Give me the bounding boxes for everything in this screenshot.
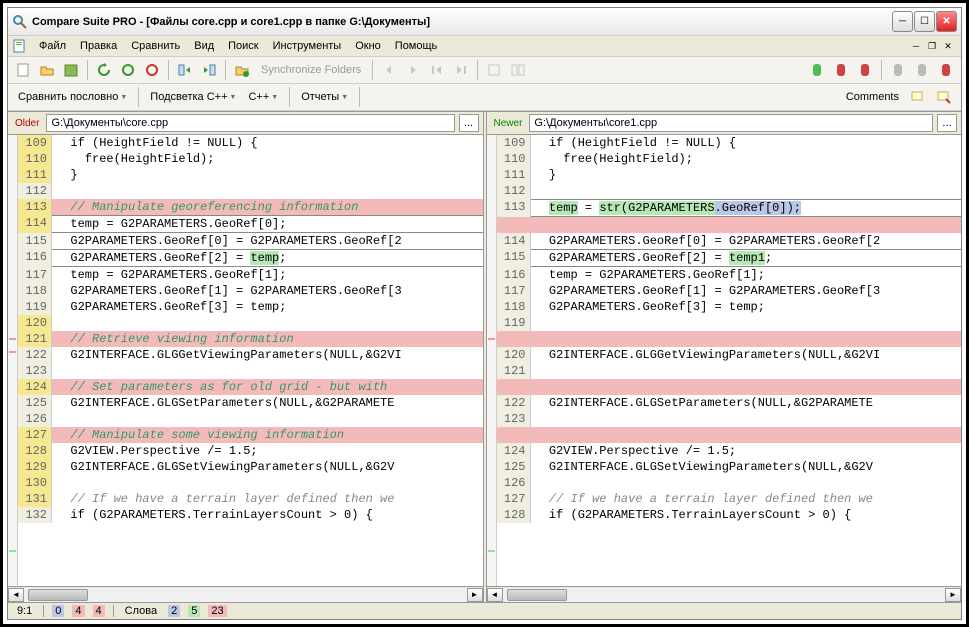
merge-button[interactable] bbox=[483, 59, 505, 81]
left-path[interactable]: G:\Документы\core.cpp bbox=[46, 114, 454, 132]
refresh-all-button[interactable] bbox=[117, 59, 139, 81]
words-3: 23 bbox=[208, 605, 226, 617]
stop-button[interactable] bbox=[141, 59, 163, 81]
maximize-button[interactable]: ☐ bbox=[914, 11, 935, 32]
doc-icon bbox=[12, 38, 28, 54]
titlebar: Compare Suite PRO - [Файлы core.cpp и co… bbox=[8, 8, 961, 36]
window-title: Compare Suite PRO - [Файлы core.cpp и co… bbox=[32, 16, 892, 28]
next-diff-button[interactable] bbox=[402, 59, 424, 81]
app-window: Compare Suite PRO - [Файлы core.cpp и co… bbox=[7, 7, 962, 620]
menu-file[interactable]: Файл bbox=[32, 38, 73, 54]
sync-folders-icon[interactable] bbox=[231, 59, 253, 81]
marker-red2-button[interactable] bbox=[854, 59, 876, 81]
merge2-button[interactable] bbox=[507, 59, 529, 81]
comment-del-icon[interactable] bbox=[933, 86, 955, 108]
left-hscroll[interactable]: ◄► bbox=[8, 586, 483, 602]
menu-tools[interactable]: Инструменты bbox=[266, 38, 349, 54]
cursor-pos: 9:1 bbox=[14, 605, 35, 617]
last-diff-button[interactable] bbox=[450, 59, 472, 81]
menu-edit[interactable]: Правка bbox=[73, 38, 124, 54]
menu-window[interactable]: Окно bbox=[348, 38, 388, 54]
lang-dropdown[interactable]: C++▼ bbox=[244, 89, 282, 105]
words-1: 2 bbox=[168, 605, 180, 617]
refresh-button[interactable] bbox=[93, 59, 115, 81]
newer-label: Newer bbox=[491, 118, 526, 129]
menu-help[interactable]: Помощь bbox=[388, 38, 445, 54]
words-2: 5 bbox=[188, 605, 200, 617]
right-minimap[interactable] bbox=[487, 135, 497, 586]
marker-red1-button[interactable] bbox=[830, 59, 852, 81]
open-button[interactable] bbox=[36, 59, 58, 81]
diff-mod: 4 bbox=[72, 605, 84, 617]
menu-compare[interactable]: Сравнить bbox=[124, 38, 187, 54]
mdi-restore[interactable]: ❐ bbox=[925, 39, 939, 53]
minimize-button[interactable]: ─ bbox=[892, 11, 913, 32]
prev-diff-button[interactable] bbox=[378, 59, 400, 81]
marker-gray1-button[interactable] bbox=[887, 59, 909, 81]
new-button[interactable] bbox=[12, 59, 34, 81]
diff-add: 4 bbox=[93, 605, 105, 617]
copy-right-button[interactable] bbox=[198, 59, 220, 81]
highlight-dropdown[interactable]: Подсветка С++▼ bbox=[146, 89, 240, 105]
sync-folders-label[interactable]: Synchronize Folders bbox=[255, 62, 367, 78]
mdi-close[interactable]: ✕ bbox=[941, 39, 955, 53]
save-button[interactable] bbox=[60, 59, 82, 81]
words-label: Слова bbox=[122, 605, 160, 617]
mdi-minimize[interactable]: ─ bbox=[909, 39, 923, 53]
copy-left-button[interactable] bbox=[174, 59, 196, 81]
right-hscroll[interactable]: ◄► bbox=[487, 586, 962, 602]
menu-view[interactable]: Вид bbox=[187, 38, 221, 54]
right-browse-button[interactable]: ... bbox=[937, 114, 957, 132]
compare-content: Older G:\Документы\core.cpp ... 109 if (… bbox=[8, 111, 961, 602]
marker-red3-button[interactable] bbox=[935, 59, 957, 81]
compare-mode-dropdown[interactable]: Сравнить пословно▼ bbox=[14, 89, 131, 105]
statusbar: 9:1 0 4 4 Слова 2 5 23 bbox=[8, 602, 961, 619]
marker-green-button[interactable] bbox=[806, 59, 828, 81]
marker-gray2-button[interactable] bbox=[911, 59, 933, 81]
right-pane: Newer G:\Документы\core1.cpp ... 109 if … bbox=[487, 112, 962, 602]
reports-dropdown[interactable]: Отчеты▼ bbox=[297, 89, 352, 105]
right-code[interactable]: 109 if (HeightField != NULL) {110 free(H… bbox=[497, 135, 962, 586]
main-toolbar: Synchronize Folders bbox=[8, 57, 961, 84]
close-button[interactable]: ✕ bbox=[936, 11, 957, 32]
left-code[interactable]: 109 if (HeightField != NULL) {110 free(H… bbox=[18, 135, 483, 586]
left-minimap[interactable] bbox=[8, 135, 18, 586]
menu-search[interactable]: Поиск bbox=[221, 38, 265, 54]
left-browse-button[interactable]: ... bbox=[459, 114, 479, 132]
menubar: Файл Правка Сравнить Вид Поиск Инструмен… bbox=[8, 36, 961, 57]
comment-add-icon[interactable] bbox=[907, 86, 929, 108]
left-pane: Older G:\Документы\core.cpp ... 109 if (… bbox=[8, 112, 483, 602]
options-toolbar: Сравнить пословно▼ Подсветка С++▼ C++▼ О… bbox=[8, 84, 961, 111]
comments-button[interactable]: Comments bbox=[842, 89, 903, 105]
older-label: Older bbox=[12, 118, 42, 129]
diff-del: 0 bbox=[52, 605, 64, 617]
first-diff-button[interactable] bbox=[426, 59, 448, 81]
right-path[interactable]: G:\Документы\core1.cpp bbox=[529, 114, 933, 132]
app-icon bbox=[12, 14, 28, 30]
